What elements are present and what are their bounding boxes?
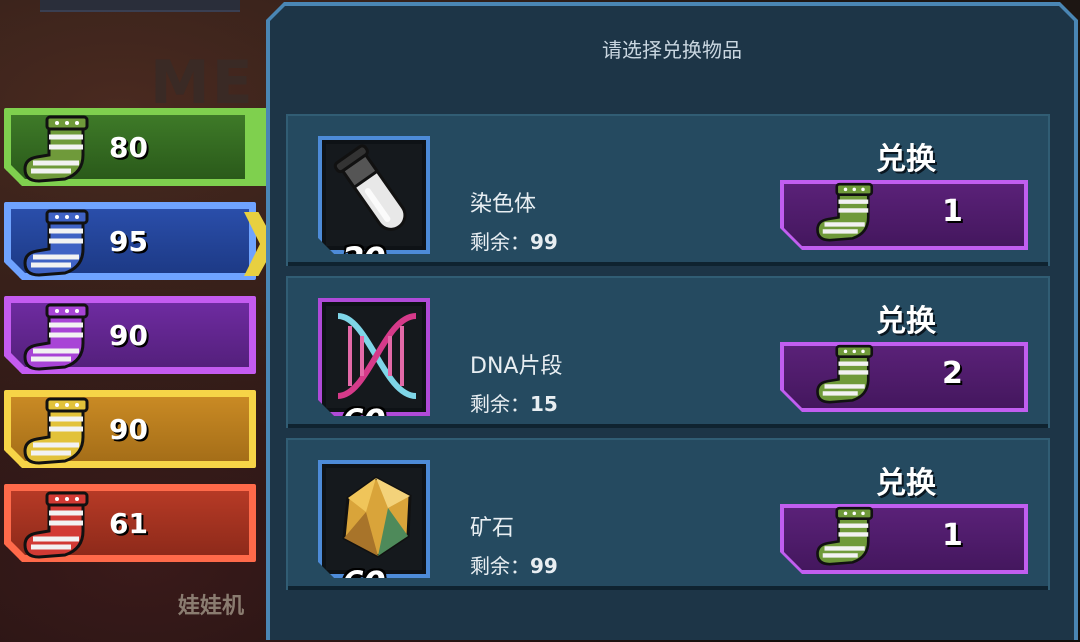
item-quantity: 20 bbox=[342, 240, 385, 278]
test-tube-icon bbox=[328, 144, 424, 244]
item-name: 矿石 bbox=[470, 516, 515, 541]
item-quantity: 60 bbox=[342, 402, 385, 440]
currency-count-green: 80 bbox=[109, 131, 148, 164]
currency-tab-purple[interactable]: 90 bbox=[4, 296, 256, 374]
remaining-count: 99 bbox=[530, 230, 558, 254]
background-caption: 娃娃机 bbox=[178, 594, 245, 619]
remaining-label: 剩余： bbox=[470, 392, 530, 416]
remaining-count: 99 bbox=[530, 554, 558, 578]
row-divider bbox=[288, 586, 1048, 590]
green-sock-icon bbox=[814, 182, 884, 244]
item-name: DNA片段 bbox=[470, 354, 563, 379]
currency-count-yellow: 90 bbox=[109, 413, 148, 446]
exchange-label: 兑换 bbox=[876, 304, 936, 339]
exchange-panel-body: 请选择兑换物品 20 染色体 剩余：99 兑换 1 60 DNA片段 剩余：15… bbox=[270, 6, 1074, 640]
item-frame: 20 bbox=[318, 136, 430, 254]
exchange-button[interactable]: 1 bbox=[780, 180, 1028, 250]
item-frame: 60 bbox=[318, 460, 430, 578]
currency-tab-blue[interactable]: 95 bbox=[4, 202, 256, 280]
exchange-item-row: 60 DNA片段 剩余：15 兑换 2 bbox=[286, 276, 1050, 428]
row-divider bbox=[288, 262, 1048, 266]
currency-count-blue: 95 bbox=[109, 225, 148, 258]
remaining-label: 剩余： bbox=[470, 554, 530, 578]
item-remaining: 剩余：99 bbox=[470, 550, 558, 579]
exchange-button[interactable]: 2 bbox=[780, 342, 1028, 412]
blue-sock-icon bbox=[21, 209, 101, 279]
exchange-cost: 2 bbox=[942, 356, 963, 391]
item-name: 染色体 bbox=[470, 192, 537, 217]
currency-count-purple: 90 bbox=[109, 319, 148, 352]
exchange-button[interactable]: 1 bbox=[780, 504, 1028, 574]
exchange-label: 兑换 bbox=[876, 466, 936, 501]
exchange-cost: 1 bbox=[942, 518, 963, 553]
dna-icon bbox=[328, 306, 424, 406]
green-sock-icon bbox=[21, 115, 101, 185]
green-sock-icon bbox=[814, 506, 884, 568]
remaining-label: 剩余： bbox=[470, 230, 530, 254]
exchange-cost: 1 bbox=[942, 194, 963, 229]
currency-tab-green[interactable]: 80 bbox=[4, 108, 274, 186]
currency-tab-yellow[interactable]: 90 bbox=[4, 390, 256, 468]
panel-title: 请选择兑换物品 bbox=[602, 38, 742, 62]
background-banner-text: ME bbox=[150, 48, 255, 118]
currency-count-red: 61 bbox=[109, 507, 148, 540]
exchange-label: 兑换 bbox=[876, 142, 936, 177]
background-topbar bbox=[40, 0, 240, 12]
item-remaining: 剩余：15 bbox=[470, 388, 558, 417]
red-sock-icon bbox=[21, 491, 101, 561]
yellow-sock-icon bbox=[21, 397, 101, 467]
green-sock-icon bbox=[814, 344, 884, 406]
exchange-item-row: 20 染色体 剩余：99 兑换 1 bbox=[286, 114, 1050, 266]
item-remaining: 剩余：99 bbox=[470, 226, 558, 255]
row-divider bbox=[288, 424, 1048, 428]
currency-tab-red[interactable]: 61 bbox=[4, 484, 256, 562]
ore-crystal-icon bbox=[328, 468, 424, 568]
item-frame: 60 bbox=[318, 298, 430, 416]
item-quantity: 60 bbox=[342, 564, 385, 602]
purple-sock-icon bbox=[21, 303, 101, 373]
remaining-count: 15 bbox=[530, 392, 558, 416]
exchange-item-row: 60 矿石 剩余：99 兑换 1 bbox=[286, 438, 1050, 590]
exchange-panel: 请选择兑换物品 20 染色体 剩余：99 兑换 1 60 DNA片段 剩余：15… bbox=[266, 2, 1078, 640]
